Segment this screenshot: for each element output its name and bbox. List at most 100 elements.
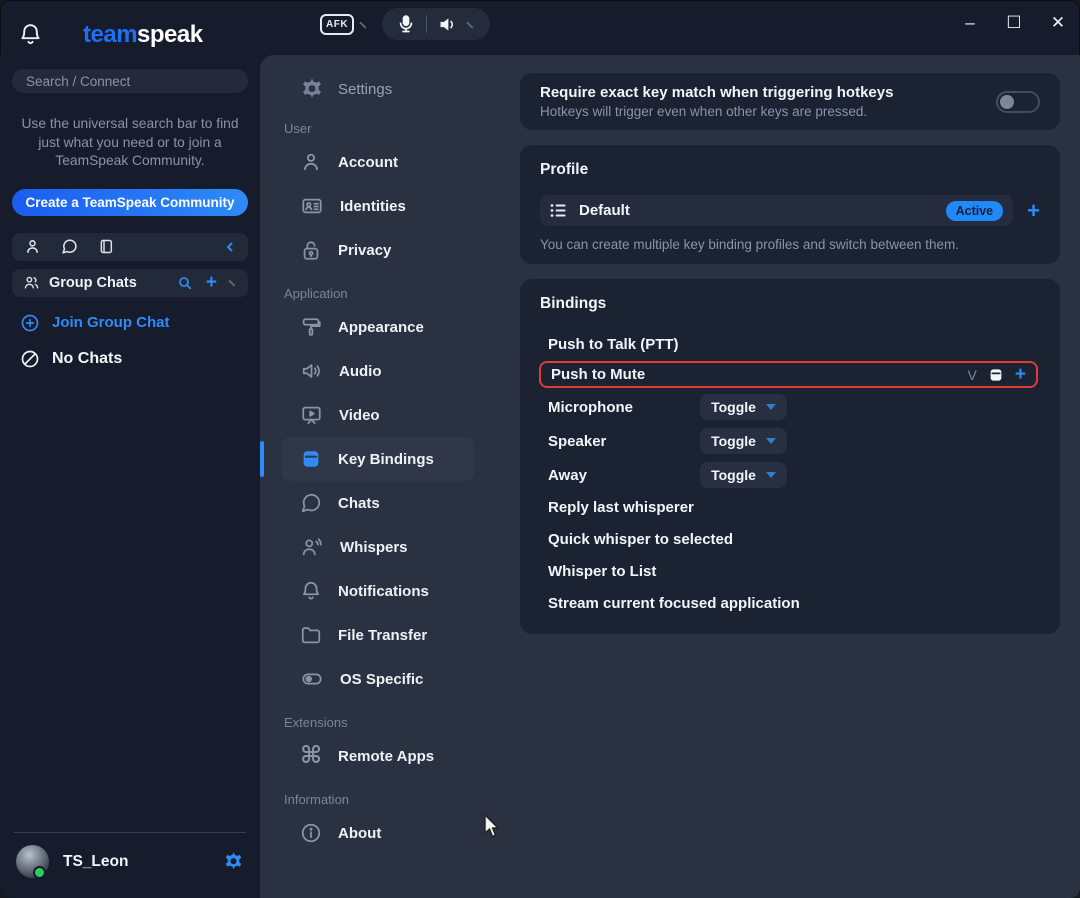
- add-chat-plus-icon[interactable]: +: [206, 273, 217, 292]
- whispers-icon: [300, 536, 324, 558]
- key-bindings-keycap-icon: [300, 448, 322, 470]
- nav-label: Notifications: [338, 583, 429, 600]
- binding-row-speaker[interactable]: Speaker Toggle: [548, 426, 1040, 456]
- binding-label: Away: [548, 467, 700, 484]
- bindings-title: Bindings: [540, 295, 1040, 313]
- key-bindings-content: Require exact key match when triggering …: [520, 55, 1080, 898]
- nav-label: Whispers: [340, 539, 408, 556]
- binding-row-quick-whisper[interactable]: Quick whisper to selected: [548, 524, 1040, 554]
- minimize-button[interactable]: –: [948, 0, 992, 45]
- nav-label: File Transfer: [338, 627, 427, 644]
- collapse-chevron-left-icon[interactable]: [224, 241, 236, 253]
- identities-idcard-icon: [300, 195, 324, 217]
- nav-item-privacy[interactable]: Privacy: [260, 228, 520, 272]
- notifications-bell-icon[interactable]: [18, 22, 43, 47]
- chats-bubble-icon[interactable]: [61, 238, 78, 255]
- nav-item-audio[interactable]: Audio: [260, 349, 520, 393]
- nav-item-video[interactable]: Video: [260, 393, 520, 437]
- profile-default-row[interactable]: Default Active: [540, 195, 1013, 226]
- join-group-chat-row[interactable]: Join Group Chat: [20, 313, 248, 333]
- nav-item-appearance[interactable]: Appearance: [260, 305, 520, 349]
- settings-panel: Settings User Account Identities: [260, 55, 1080, 898]
- nav-item-file-transfer[interactable]: File Transfer: [260, 613, 520, 657]
- nav-item-identities[interactable]: Identities: [260, 184, 520, 228]
- sidebar-toolbar: [12, 233, 248, 261]
- microphone-mode-dropdown[interactable]: Toggle: [700, 394, 787, 420]
- profile-name: Default: [579, 202, 934, 219]
- settings-gear-icon: [300, 77, 324, 101]
- binding-row-microphone[interactable]: Microphone Toggle: [548, 392, 1040, 422]
- group-chats-chevron-down-icon[interactable]: [228, 275, 239, 286]
- profile-hint: You can create multiple key binding prof…: [540, 237, 1040, 252]
- binding-row-reply-last-whisperer[interactable]: Reply last whisperer: [548, 492, 1040, 522]
- sidebar: Use the universal search bar to find jus…: [0, 55, 260, 898]
- group-chats-label: Group Chats: [49, 275, 169, 291]
- about-info-icon: [300, 822, 322, 844]
- maximize-button[interactable]: ☐: [992, 0, 1036, 45]
- nav-item-chats[interactable]: Chats: [260, 481, 520, 525]
- nav-item-remote-apps[interactable]: ⌘ Remote Apps: [260, 734, 520, 778]
- binding-row-whisper-to-list[interactable]: Whisper to List: [548, 556, 1040, 586]
- online-status-dot: [33, 866, 46, 879]
- user-name: TS_Leon: [63, 853, 209, 871]
- microphone-icon[interactable]: [396, 13, 416, 35]
- speaker-chevron-down-icon[interactable]: [466, 17, 477, 28]
- devices-divider: [426, 15, 427, 33]
- speaker-mode-dropdown[interactable]: Toggle: [700, 428, 787, 454]
- afk-status-badge[interactable]: AFK: [320, 14, 354, 35]
- away-mode-dropdown[interactable]: Toggle: [700, 462, 787, 488]
- settings-nav-header: Settings: [260, 71, 520, 107]
- add-binding-button[interactable]: +: [1015, 365, 1026, 384]
- video-screen-icon: [300, 404, 323, 426]
- appearance-paintroller-icon: [300, 316, 322, 338]
- chats-bubble-icon: [300, 492, 322, 514]
- search-input[interactable]: [12, 69, 248, 93]
- binding-label: Speaker: [548, 433, 700, 450]
- nav-item-os-specific[interactable]: OS Specific: [260, 657, 520, 701]
- create-community-button[interactable]: Create a TeamSpeak Community: [12, 189, 248, 216]
- nav-item-notifications[interactable]: Notifications: [260, 569, 520, 613]
- nav-label: Key Bindings: [338, 451, 434, 468]
- user-settings-gear-icon[interactable]: [223, 851, 244, 872]
- current-user-row[interactable]: TS_Leon: [12, 845, 248, 884]
- notifications-bell-icon: [300, 580, 322, 602]
- binding-label: Push to Mute: [551, 366, 645, 383]
- section-label-application: Application: [260, 272, 520, 305]
- nav-label: Account: [338, 154, 398, 171]
- section-label-information: Information: [260, 778, 520, 811]
- avatar[interactable]: [16, 845, 49, 878]
- binding-row-away[interactable]: Away Toggle: [548, 460, 1040, 490]
- join-group-chat-label: Join Group Chat: [52, 314, 170, 331]
- search-chats-icon[interactable]: [177, 275, 193, 291]
- afk-chevron-down-icon[interactable]: [359, 17, 370, 28]
- nav-label: About: [338, 825, 381, 842]
- address-book-icon[interactable]: [98, 238, 114, 255]
- contacts-person-icon[interactable]: [24, 238, 41, 255]
- nav-item-key-bindings[interactable]: Key Bindings: [282, 437, 474, 481]
- binding-label: Quick whisper to selected: [548, 531, 733, 548]
- nav-label: Identities: [340, 198, 406, 215]
- audio-speaker-icon: [300, 360, 323, 382]
- account-person-icon: [300, 151, 322, 173]
- binding-row-push-to-mute[interactable]: Push to Mute V +: [539, 361, 1038, 388]
- binding-row-ptt[interactable]: Push to Talk (PTT): [548, 329, 1040, 359]
- no-chats-row: No Chats: [20, 349, 248, 369]
- plus-circle-icon: [20, 313, 40, 333]
- nav-item-account[interactable]: Account: [260, 140, 520, 184]
- nav-item-whispers[interactable]: Whispers: [260, 525, 520, 569]
- group-chats-icon: [22, 274, 41, 291]
- bindings-card: Bindings Push to Talk (PTT) Push to Mute…: [520, 279, 1060, 634]
- speaker-icon[interactable]: [437, 14, 458, 35]
- teamspeak-logo: teamspeak: [83, 21, 203, 49]
- profile-title: Profile: [540, 161, 1040, 179]
- binding-row-stream-focused-app[interactable]: Stream current focused application: [548, 588, 1040, 618]
- window-controls: – ☐ ✕: [948, 0, 1080, 45]
- nav-label: Video: [339, 407, 380, 424]
- group-chats-header[interactable]: Group Chats +: [12, 269, 248, 297]
- exact-key-match-toggle[interactable]: [996, 91, 1040, 113]
- nav-item-about[interactable]: About: [260, 811, 520, 855]
- close-button[interactable]: ✕: [1036, 0, 1080, 45]
- audio-devices-pill: [382, 8, 490, 40]
- binding-label: Microphone: [548, 399, 700, 416]
- add-profile-button[interactable]: +: [1027, 200, 1040, 222]
